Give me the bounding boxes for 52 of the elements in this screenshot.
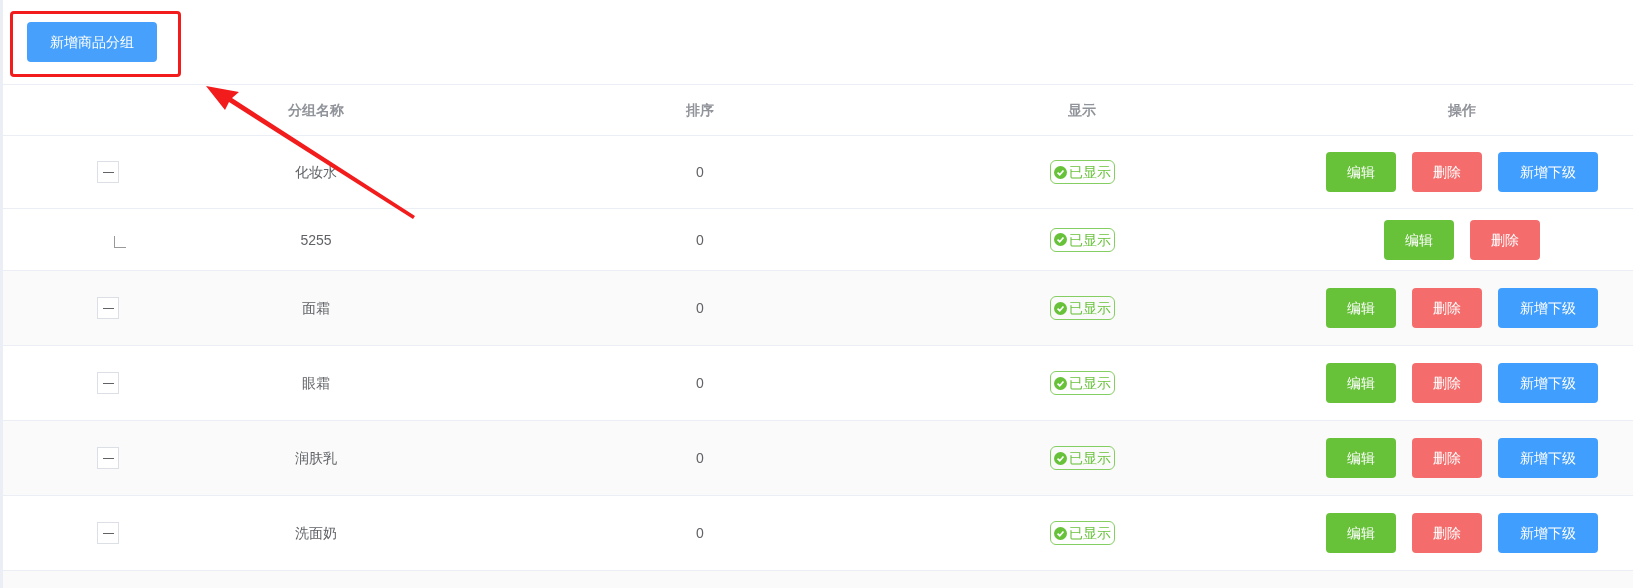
collapse-icon[interactable] (97, 297, 119, 319)
delete-button[interactable]: 删除 (1412, 288, 1482, 328)
sort-value: 0 (696, 374, 704, 393)
status-text: 已显示 (1068, 449, 1111, 468)
group-name: 化妆水 (295, 163, 337, 182)
column-header: 分组名称 (288, 101, 344, 120)
check-circle-icon (1053, 526, 1067, 540)
sort-value: 0 (696, 230, 704, 250)
sort-value: 0 (696, 524, 704, 543)
status-text: 已显示 (1068, 163, 1111, 182)
group-name: 洗面奶 (295, 524, 337, 543)
tree-line-icon (114, 235, 126, 248)
sort-value: 0 (696, 449, 704, 468)
add-child-button[interactable]: 新增下级 (1498, 438, 1598, 478)
status-text: 已显示 (1068, 230, 1111, 250)
edit-button[interactable]: 编辑 (1326, 152, 1396, 192)
check-circle-icon (1053, 233, 1067, 246)
add-group-button[interactable]: 新增商品分组 (27, 22, 157, 62)
add-child-button[interactable]: 新增下级 (1498, 363, 1598, 403)
column-header: 操作 (1448, 101, 1476, 120)
status-text: 已显示 (1068, 299, 1111, 318)
check-circle-icon (1053, 301, 1067, 315)
collapse-icon[interactable] (97, 161, 119, 183)
delete-button[interactable]: 删除 (1470, 219, 1540, 260)
group-name: 润肤乳 (295, 449, 337, 468)
group-name: 眼霜 (302, 374, 330, 393)
sort-value: 0 (696, 163, 704, 182)
edit-button[interactable]: 编辑 (1326, 363, 1396, 403)
add-child-button[interactable]: 新增下级 (1498, 152, 1598, 192)
delete-button[interactable]: 删除 (1412, 363, 1482, 403)
check-circle-icon (1053, 376, 1067, 390)
collapse-icon[interactable] (97, 372, 119, 394)
status-text: 已显示 (1068, 524, 1111, 543)
group-name: 5255 (300, 230, 332, 250)
group-name: 面霜 (302, 299, 330, 318)
column-header: 排序 (686, 101, 714, 120)
check-circle-icon (1053, 451, 1067, 465)
add-child-button[interactable]: 新增下级 (1498, 288, 1598, 328)
edit-button[interactable]: 编辑 (1326, 438, 1396, 478)
edit-button[interactable]: 编辑 (1384, 219, 1454, 260)
edit-button[interactable]: 编辑 (1326, 288, 1396, 328)
delete-button[interactable]: 删除 (1412, 152, 1482, 192)
status-text: 已显示 (1068, 374, 1111, 393)
delete-button[interactable]: 删除 (1412, 513, 1482, 553)
delete-button[interactable]: 删除 (1412, 438, 1482, 478)
column-header: 显示 (1068, 101, 1096, 120)
check-circle-icon (1053, 165, 1067, 179)
collapse-icon[interactable] (97, 447, 119, 469)
collapse-icon[interactable] (97, 522, 119, 544)
edit-button[interactable]: 编辑 (1326, 513, 1396, 553)
sort-value: 0 (696, 299, 704, 318)
add-child-button[interactable]: 新增下级 (1498, 513, 1598, 553)
